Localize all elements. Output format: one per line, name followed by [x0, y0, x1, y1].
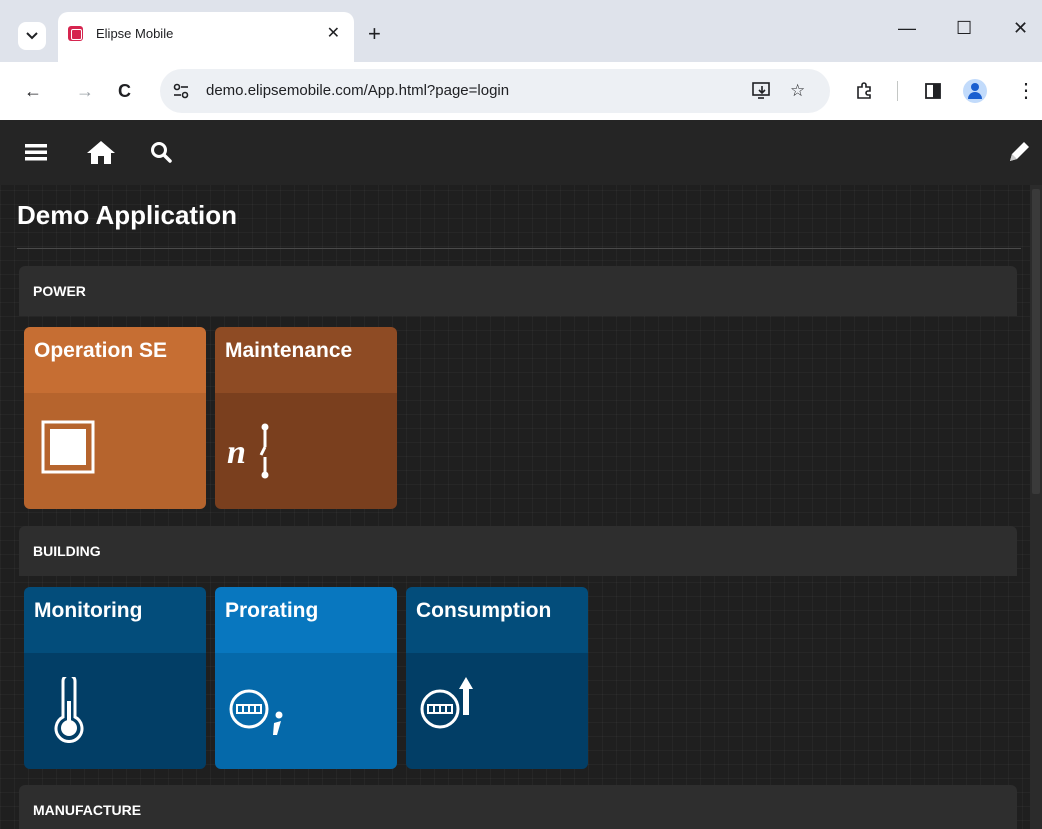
profile-avatar-icon[interactable]: [963, 79, 987, 103]
tile-operation-se[interactable]: Operation SE: [24, 327, 206, 509]
section-label-building: BUILDING: [33, 543, 101, 559]
new-tab-button[interactable]: +: [368, 22, 381, 46]
tile-label: Consumption: [416, 599, 552, 622]
search-icon[interactable]: [146, 136, 176, 168]
tile-header: Consumption: [406, 587, 588, 653]
svg-text:n: n: [227, 434, 246, 471]
title-divider: [17, 248, 1021, 249]
tile-maintenance[interactable]: Maintenance n: [215, 327, 397, 509]
tile-body: [24, 393, 206, 509]
side-panel-icon[interactable]: [925, 83, 941, 99]
minimize-button[interactable]: —: [898, 18, 916, 39]
browser-tab-active[interactable]: Elipse Mobile ✕: [58, 12, 354, 62]
tile-prorating[interactable]: Prorating: [215, 587, 397, 769]
tile-label: Monitoring: [34, 599, 143, 622]
install-app-icon[interactable]: [752, 82, 772, 100]
section-label-power: POWER: [33, 283, 86, 299]
forward-button[interactable]: →: [76, 81, 94, 101]
browser-menu-icon[interactable]: ⋮: [1016, 78, 1036, 103]
tile-monitoring[interactable]: Monitoring: [24, 587, 206, 769]
tile-header: Prorating: [215, 587, 397, 653]
thermometer-icon: [54, 677, 84, 743]
section-power: POWER: [19, 266, 1017, 316]
meter-info-icon: [229, 689, 283, 735]
page-scrollbar[interactable]: [1030, 185, 1042, 829]
tile-header: Operation SE: [24, 327, 206, 393]
tile-body: n: [215, 393, 397, 509]
page-title: Demo Application: [17, 200, 238, 230]
tile-label: Prorating: [225, 599, 319, 622]
tile-body: [406, 653, 588, 769]
tile-label: Operation SE: [34, 339, 168, 362]
elipse-favicon-icon: [68, 26, 83, 41]
section-label-manufacture: MANUFACTURE: [33, 802, 142, 818]
maintenance-n-switch-icon: n: [227, 423, 269, 479]
meter-up-arrow-icon: [420, 677, 473, 729]
tab-title: Elipse Mobile: [96, 26, 174, 41]
scrollbar-thumb[interactable]: [1032, 189, 1040, 494]
back-button[interactable]: ←: [24, 81, 42, 101]
tile-header: Maintenance: [215, 327, 397, 393]
toolbar-separator: [897, 81, 898, 101]
tile-body: [215, 653, 397, 769]
reload-button[interactable]: C: [118, 81, 131, 101]
tile-body: [24, 653, 206, 769]
section-building: BUILDING: [19, 526, 1017, 576]
maximize-button[interactable]: ☐: [956, 18, 972, 39]
section-manufacture: MANUFACTURE: [19, 785, 1017, 829]
substation-square-icon: [41, 420, 95, 474]
home-icon[interactable]: [84, 136, 118, 168]
tab-close-icon[interactable]: ✕: [327, 23, 340, 43]
url-text: demo.elipsemobile.com/App.html?page=logi…: [206, 82, 510, 99]
extensions-puzzle-icon[interactable]: [856, 82, 874, 100]
browser-toolbar: ← → C demo.elipsemobile.com/App.html?pag…: [0, 62, 1042, 120]
chevron-down-icon: [26, 32, 38, 40]
address-bar[interactable]: demo.elipsemobile.com/App.html?page=logi…: [160, 69, 830, 113]
tile-consumption[interactable]: Consumption: [406, 587, 588, 769]
menu-icon[interactable]: [20, 136, 52, 168]
app-page: Demo Application POWER Operation SE Main…: [0, 120, 1042, 829]
tile-label: Maintenance: [225, 339, 353, 362]
bookmark-star-icon[interactable]: ☆: [790, 81, 805, 101]
window-close-button[interactable]: ✕: [1013, 18, 1028, 39]
tile-header: Monitoring: [24, 587, 206, 653]
browser-tab-strip: Elipse Mobile ✕ + — ☐ ✕: [0, 0, 1042, 62]
app-header-bar: [0, 120, 1042, 185]
tab-search-button[interactable]: [18, 22, 46, 50]
site-info-icon[interactable]: [170, 80, 192, 102]
edit-pencil-icon[interactable]: [1004, 136, 1034, 168]
